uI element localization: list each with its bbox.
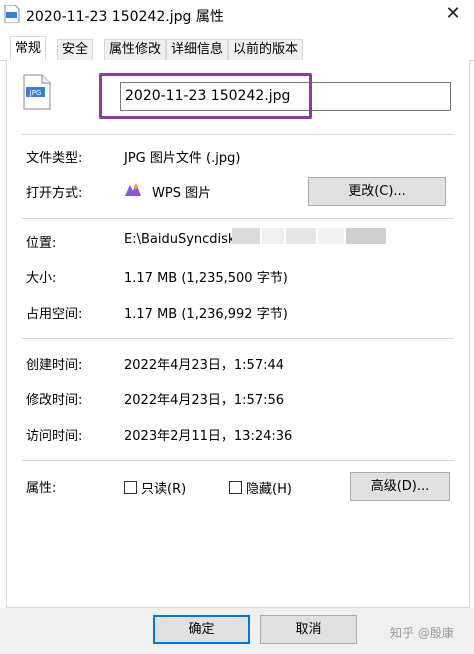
tab-attribute-edit[interactable]: 属性修改 <box>104 39 167 60</box>
separator <box>22 218 454 219</box>
general-panel <box>6 60 470 608</box>
opens-with-label: 打开方式: <box>26 186 83 201</box>
separator <box>22 460 454 461</box>
jpg-file-icon: JPG <box>23 74 51 110</box>
location-label: 位置: <box>26 236 57 251</box>
redacted-path <box>232 228 260 244</box>
ok-button[interactable]: 确定 <box>153 615 250 644</box>
close-icon[interactable]: ✕ <box>438 2 468 26</box>
tab-general[interactable]: 常规 <box>10 36 47 61</box>
modified-label: 修改时间: <box>26 393 83 408</box>
location-value: E:\BaiduSyncdisk\ <box>124 232 240 247</box>
size-label: 大小: <box>26 271 57 286</box>
size-on-disk-value: 1.17 MB (1,236,992 字节) <box>124 307 288 322</box>
created-label: 创建时间: <box>26 358 83 373</box>
accessed-label: 访问时间: <box>26 429 83 444</box>
separator <box>22 338 454 339</box>
readonly-checkbox[interactable] <box>124 481 137 494</box>
window-title: 2020-11-23 150242.jpg 属性 <box>26 9 224 25</box>
size-value: 1.17 MB (1,235,500 字节) <box>124 271 288 286</box>
size-on-disk-label: 占用空间: <box>26 307 83 322</box>
redacted-path <box>346 228 386 244</box>
opens-with-value: WPS 图片 <box>152 186 212 201</box>
redacted-path <box>286 228 316 244</box>
watermark: 知乎 @殷康 <box>390 626 454 640</box>
cancel-button[interactable]: 取消 <box>260 615 357 644</box>
tab-security[interactable]: 安全 <box>57 39 94 60</box>
file-type-label: 文件类型: <box>26 151 83 166</box>
attributes-label: 属性: <box>26 481 57 496</box>
redacted-path <box>262 228 284 244</box>
tab-details[interactable]: 详细信息 <box>166 39 229 60</box>
readonly-label[interactable]: 只读(R) <box>141 478 186 497</box>
modified-value: 2022年4月23日，1:57:56 <box>124 393 285 408</box>
hidden-label[interactable]: 隐藏(H) <box>246 478 292 497</box>
separator <box>22 134 454 135</box>
file-type-value: JPG 图片文件 (.jpg) <box>124 151 241 166</box>
hidden-checkbox[interactable] <box>229 481 242 494</box>
redacted-path <box>318 228 344 244</box>
created-value: 2022年4月23日，1:57:44 <box>124 358 285 373</box>
accessed-value: 2023年2月11日，13:24:36 <box>124 429 293 444</box>
jpg-file-icon <box>4 5 20 23</box>
tab-previous-versions[interactable]: 以前的版本 <box>228 39 304 60</box>
advanced-button[interactable]: 高级(D)... <box>350 472 450 501</box>
title-bar: 2020-11-23 150242.jpg 属性 ✕ <box>0 0 474 32</box>
change-button[interactable]: 更改(C)... <box>308 177 446 206</box>
wps-picture-icon <box>125 183 141 196</box>
file-icon-label: JPG <box>29 89 42 97</box>
file-name-input[interactable]: 2020-11-23 150242.jpg <box>120 82 451 111</box>
